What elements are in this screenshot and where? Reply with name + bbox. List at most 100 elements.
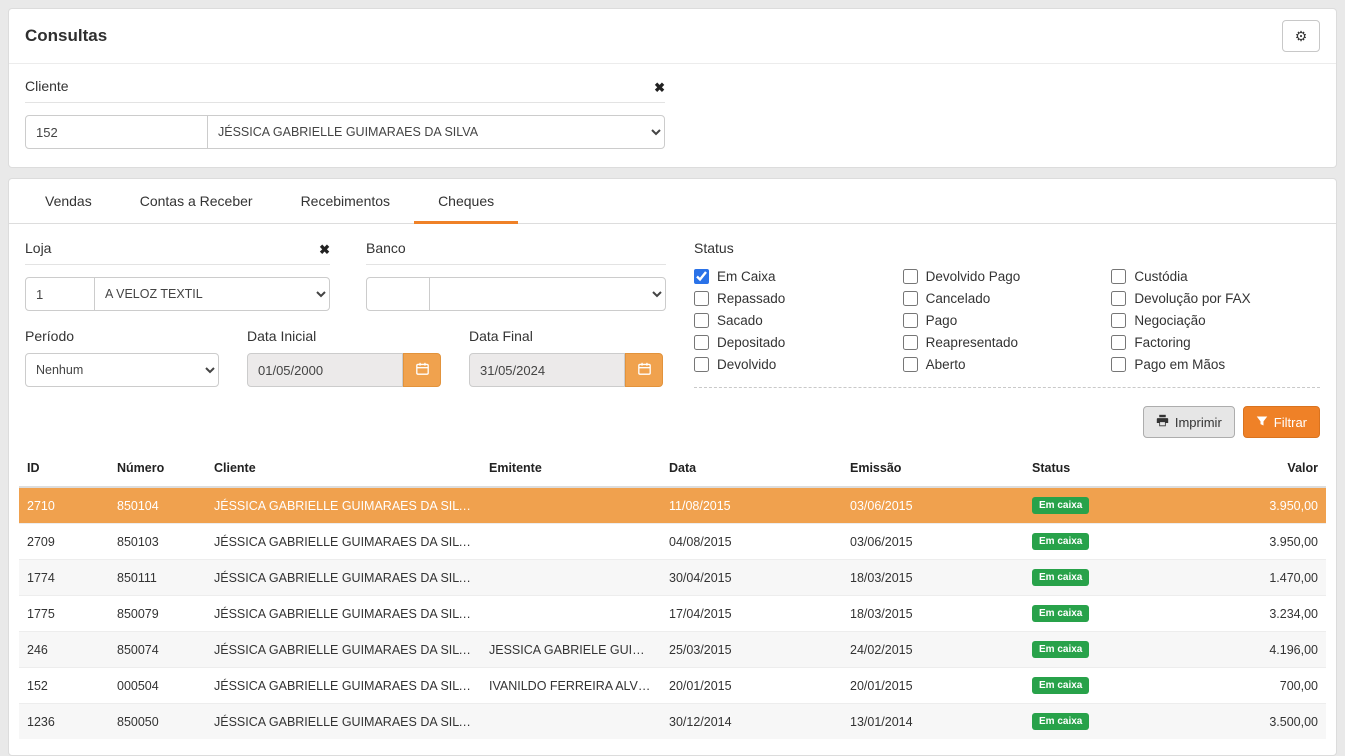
cliente-group-head: Cliente ✖: [25, 78, 665, 103]
status-checkbox-factoring[interactable]: [1111, 335, 1126, 350]
cell-cliente: JÉSSICA GABRIELLE GUIMARAES DA SILVA: [206, 487, 481, 524]
status-checkbox-label: Devolução por FAX: [1134, 291, 1250, 306]
cell-numero: 850103: [109, 524, 206, 560]
settings-button[interactable]: ⚙: [1282, 20, 1320, 52]
status-option-aberto[interactable]: Aberto: [903, 353, 1112, 375]
status-option-devolucao-por-fax[interactable]: Devolução por FAX: [1111, 287, 1320, 309]
gear-icon: ⚙: [1295, 28, 1308, 45]
cliente-code-input[interactable]: [25, 115, 208, 149]
cliente-select[interactable]: JÉSSICA GABRIELLE GUIMARAES DA SILVA: [207, 115, 665, 149]
status-checkbox-custodia[interactable]: [1111, 269, 1126, 284]
status-option-reapresentado[interactable]: Reapresentado: [903, 331, 1112, 353]
data-inicial-group: Data Inicial: [247, 328, 441, 387]
status-checkbox-aberto[interactable]: [903, 357, 918, 372]
page: Consultas ⚙ Cliente ✖ JÉSSICA GABRIELLE …: [0, 0, 1345, 756]
filters-left: Loja ✖ A VELOZ TEXTIL Banco: [25, 240, 670, 388]
banco-code-input[interactable]: [366, 277, 430, 311]
status-option-depositado[interactable]: Depositado: [694, 331, 903, 353]
status-checkbox-label: Cancelado: [926, 291, 991, 306]
cell-id: 246: [19, 632, 109, 668]
status-group: Status Em CaixaRepassadoSacadoDepositado…: [694, 240, 1320, 388]
status-checkbox-repassado[interactable]: [694, 291, 709, 306]
status-option-custodia[interactable]: Custódia: [1111, 265, 1320, 287]
periodo-select[interactable]: Nenhum: [25, 353, 219, 387]
status-option-negociacao[interactable]: Negociação: [1111, 309, 1320, 331]
table-row[interactable]: 1774850111JÉSSICA GABRIELLE GUIMARAES DA…: [19, 560, 1326, 596]
status-checkbox-label: Pago: [926, 313, 958, 328]
cell-cliente: JÉSSICA GABRIELLE GUIMARAES DA SILVA: [206, 560, 481, 596]
cell-emissao: 13/01/2014: [842, 704, 1024, 740]
banco-group: Banco: [366, 240, 666, 311]
column-header-status: Status: [1024, 450, 1174, 487]
filtrar-button[interactable]: Filtrar: [1243, 406, 1320, 438]
banco-select[interactable]: [429, 277, 666, 311]
status-checkbox-pago-em-maos[interactable]: [1111, 357, 1126, 372]
cell-id: 152: [19, 668, 109, 704]
loja-clear-icon[interactable]: ✖: [319, 243, 330, 256]
cell-data: 04/08/2015: [661, 524, 842, 560]
tab-contas-a-receber[interactable]: Contas a Receber: [116, 179, 277, 224]
banco-label: Banco: [366, 240, 406, 256]
page-title: Consultas: [25, 26, 107, 46]
column-header-id: ID: [19, 450, 109, 487]
tab-vendas[interactable]: Vendas: [21, 179, 116, 224]
status-option-cancelado[interactable]: Cancelado: [903, 287, 1112, 309]
status-checkbox-devolvido[interactable]: [694, 357, 709, 372]
cell-valor: 1.470,00: [1174, 560, 1326, 596]
tab-cheques[interactable]: Cheques: [414, 179, 518, 224]
status-checkbox-devolvido-pago[interactable]: [903, 269, 918, 284]
data-final-input[interactable]: [469, 353, 625, 387]
card-header: Consultas ⚙: [9, 9, 1336, 64]
status-checkbox-reapresentado[interactable]: [903, 335, 918, 350]
status-option-factoring[interactable]: Factoring: [1111, 331, 1320, 353]
cell-status: Em caixa: [1024, 487, 1174, 524]
cell-status: Em caixa: [1024, 704, 1174, 740]
table-row[interactable]: 2710850104JÉSSICA GABRIELLE GUIMARAES DA…: [19, 487, 1326, 524]
loja-code-input[interactable]: [25, 277, 95, 311]
table-row[interactable]: 152000504JÉSSICA GABRIELLE GUIMARAES DA …: [19, 668, 1326, 704]
cell-numero: 850111: [109, 560, 206, 596]
column-header-cliente: Cliente: [206, 450, 481, 487]
status-option-devolvido-pago[interactable]: Devolvido Pago: [903, 265, 1112, 287]
status-option-sacado[interactable]: Sacado: [694, 309, 903, 331]
status-option-repassado[interactable]: Repassado: [694, 287, 903, 309]
table-row[interactable]: 1775850079JÉSSICA GABRIELLE GUIMARAES DA…: [19, 596, 1326, 632]
data-final-group: Data Final: [469, 328, 663, 387]
cell-numero: 850104: [109, 487, 206, 524]
data-inicial-calendar-button[interactable]: [403, 353, 441, 387]
data-inicial-input[interactable]: [247, 353, 403, 387]
table-row[interactable]: 246850074JÉSSICA GABRIELLE GUIMARAES DA …: [19, 632, 1326, 668]
status-option-pago-em-maos[interactable]: Pago em Mãos: [1111, 353, 1320, 375]
status-checkbox-negociacao[interactable]: [1111, 313, 1126, 328]
cell-cliente: JÉSSICA GABRIELLE GUIMARAES DA SILVA: [206, 524, 481, 560]
status-checkbox-cancelado[interactable]: [903, 291, 918, 306]
status-checkbox-label: Factoring: [1134, 335, 1190, 350]
status-checkbox-devolucao-por-fax[interactable]: [1111, 291, 1126, 306]
data-final-calendar-button[interactable]: [625, 353, 663, 387]
status-label: Status: [694, 240, 1320, 256]
status-checkbox-depositado[interactable]: [694, 335, 709, 350]
status-checkbox-sacado[interactable]: [694, 313, 709, 328]
imprimir-button[interactable]: Imprimir: [1143, 406, 1235, 438]
status-option-em-caixa[interactable]: Em Caixa: [694, 265, 903, 287]
status-column: Em CaixaRepassadoSacadoDepositadoDevolvi…: [694, 265, 903, 375]
table-row[interactable]: 1236850050JÉSSICA GABRIELLE GUIMARAES DA…: [19, 704, 1326, 740]
cliente-clear-icon[interactable]: ✖: [654, 81, 665, 94]
column-header-emitente: Emitente: [481, 450, 661, 487]
loja-select[interactable]: A VELOZ TEXTIL: [94, 277, 330, 311]
status-checkbox-em-caixa[interactable]: [694, 269, 709, 284]
banco-input-group: [366, 277, 666, 311]
status-option-devolvido[interactable]: Devolvido: [694, 353, 903, 375]
actions-row: Imprimir Filtrar: [9, 392, 1336, 450]
tab-recebimentos[interactable]: Recebimentos: [277, 179, 415, 224]
cell-emissao: 03/06/2015: [842, 524, 1024, 560]
cell-cliente: JÉSSICA GABRIELLE GUIMARAES DA SILVA: [206, 596, 481, 632]
consultas-card: Consultas ⚙ Cliente ✖ JÉSSICA GABRIELLE …: [8, 8, 1337, 168]
cheques-table-wrap: IDNúmeroClienteEmitenteDataEmissãoStatus…: [9, 450, 1336, 755]
cell-emitente: [481, 704, 661, 740]
table-row[interactable]: 2709850103JÉSSICA GABRIELLE GUIMARAES DA…: [19, 524, 1326, 560]
cliente-group: Cliente ✖ JÉSSICA GABRIELLE GUIMARAES DA…: [25, 78, 665, 149]
status-checkbox-pago[interactable]: [903, 313, 918, 328]
status-option-pago[interactable]: Pago: [903, 309, 1112, 331]
status-badge: Em caixa: [1032, 497, 1089, 514]
